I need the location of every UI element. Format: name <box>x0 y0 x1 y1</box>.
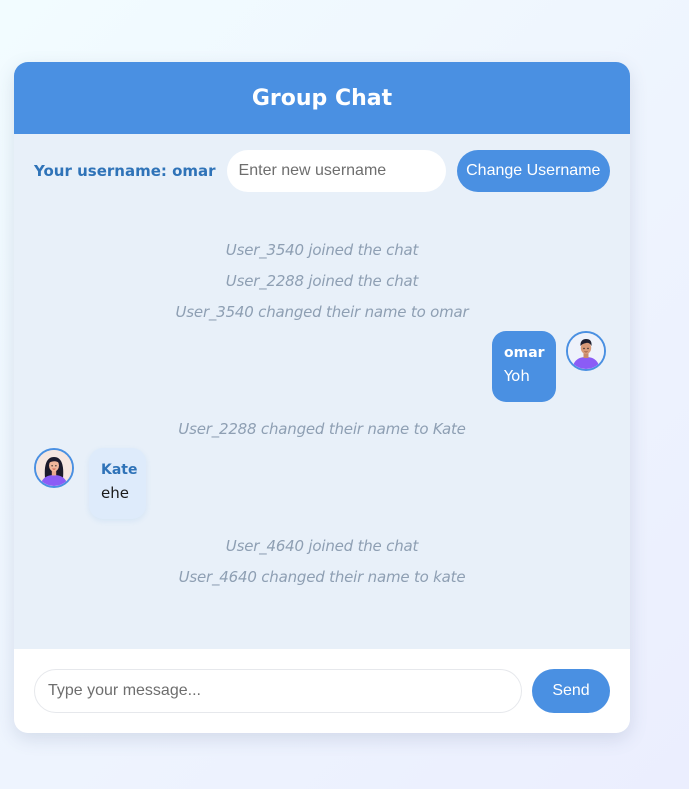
message-list[interactable]: User_3540 joined the chat User_2288 join… <box>14 192 630 649</box>
man-avatar-icon <box>566 331 606 371</box>
system-message: User_4640 joined the chat <box>225 537 419 555</box>
system-message: User_3540 changed their name to omar <box>175 303 469 321</box>
message-sender: omar <box>504 345 545 361</box>
system-message: User_4640 changed their name to kate <box>178 568 466 586</box>
message-sender: Kate <box>101 462 138 478</box>
send-button[interactable]: Send <box>532 669 610 713</box>
current-username-label: Your username: omar <box>34 162 216 180</box>
username-bar: Your username: omar Change Username <box>34 150 610 192</box>
message-bubble-other: Kate ehe <box>89 448 146 519</box>
message-bubble-own: omar Yoh <box>492 331 556 402</box>
message-input[interactable] <box>34 669 522 713</box>
system-message: User_3540 joined the chat <box>225 241 419 259</box>
system-message: User_2288 changed their name to Kate <box>178 420 466 438</box>
change-username-button[interactable]: Change Username <box>456 150 610 192</box>
system-message: User_2288 joined the chat <box>225 272 419 290</box>
message-text: Yoh <box>504 367 530 385</box>
chat-title: Group Chat <box>251 85 393 111</box>
woman-avatar-icon <box>34 448 74 488</box>
chat-header: Group Chat <box>14 62 630 134</box>
message-text: ehe <box>101 484 129 502</box>
message-composer: Send <box>14 649 630 733</box>
chat-container: Group Chat Your username: omar Change Us… <box>14 62 630 733</box>
new-username-input[interactable] <box>226 150 446 192</box>
